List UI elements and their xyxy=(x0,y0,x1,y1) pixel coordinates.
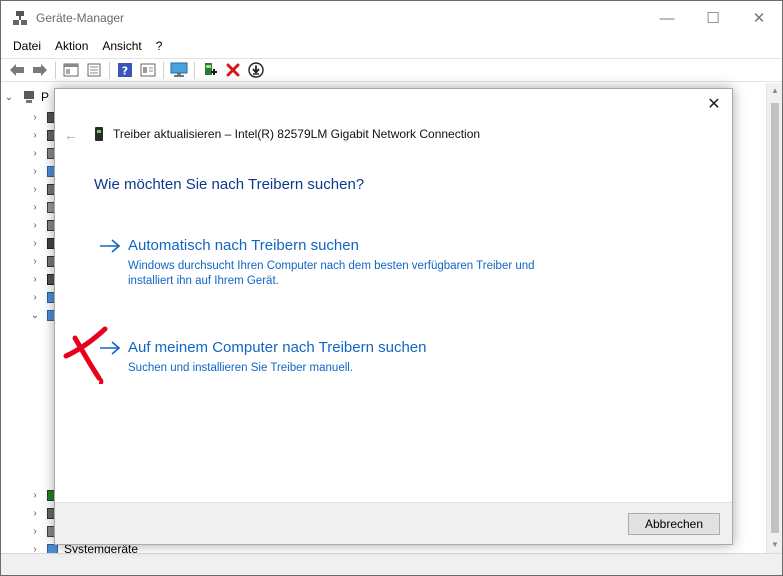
window-controls: — ☐ ✕ xyxy=(644,1,782,35)
red-cross-mark-icon xyxy=(63,326,108,384)
menu-bar: Datei Aktion Ansicht ? xyxy=(1,35,782,57)
close-window-button[interactable]: ✕ xyxy=(736,1,782,35)
chevron-right-icon[interactable]: › xyxy=(27,166,43,177)
chevron-right-icon[interactable]: › xyxy=(27,220,43,231)
menu-ansicht[interactable]: Ansicht xyxy=(95,39,148,53)
remove-device-icon[interactable] xyxy=(223,61,242,80)
chevron-right-icon[interactable]: › xyxy=(27,202,43,213)
chevron-right-icon[interactable]: › xyxy=(27,112,43,123)
chevron-right-icon[interactable]: › xyxy=(27,148,43,159)
option-description: Suchen und installieren Sie Treiber manu… xyxy=(128,362,354,374)
toolbar: ? xyxy=(1,58,782,82)
scroll-down-icon[interactable]: ▼ xyxy=(767,537,782,553)
back-arrow-icon[interactable] xyxy=(7,61,26,80)
toolbar-separator xyxy=(109,61,110,79)
status-bar xyxy=(1,553,782,575)
option-title[interactable]: Automatisch nach Treibern suchen xyxy=(128,237,359,254)
add-driver-icon[interactable] xyxy=(200,61,219,80)
chevron-right-icon[interactable]: › xyxy=(27,490,43,501)
maximize-button[interactable]: ☐ xyxy=(690,1,736,35)
option-browse-computer[interactable]: Auf meinem Computer nach Treibern suchen… xyxy=(99,339,659,376)
chevron-right-icon[interactable]: › xyxy=(27,292,43,303)
arrow-right-icon xyxy=(99,238,121,254)
option-search-automatically[interactable]: Automatisch nach Treibern suchen Windows… xyxy=(99,237,659,289)
update-driver-dialog: ✕ ← Treiber aktualisieren – Intel(R) 825… xyxy=(54,88,733,545)
title-bar: Geräte-Manager — ☐ ✕ xyxy=(1,1,782,35)
device-manager-app-icon xyxy=(12,10,28,26)
menu-aktion[interactable]: Aktion xyxy=(48,39,95,53)
device-manager-window: Geräte-Manager — ☐ ✕ Datei Aktion Ansich… xyxy=(0,0,783,576)
chevron-right-icon[interactable]: › xyxy=(27,184,43,195)
chevron-right-icon[interactable]: › xyxy=(27,508,43,519)
chevron-right-icon[interactable]: › xyxy=(27,238,43,249)
forward-arrow-icon[interactable] xyxy=(30,61,49,80)
network-card-icon xyxy=(95,127,103,141)
chevron-right-icon[interactable]: › xyxy=(27,130,43,141)
dialog-footer: Abbrechen xyxy=(55,502,732,544)
menu-help[interactable]: ? xyxy=(149,39,170,53)
computer-icon xyxy=(23,91,35,103)
toolbar-separator xyxy=(55,61,56,79)
toolbar-separator xyxy=(163,61,164,79)
toolbar-separator xyxy=(194,61,195,79)
properties-list-icon[interactable] xyxy=(61,61,80,80)
chevron-down-icon[interactable]: ⌄ xyxy=(1,92,17,103)
download-driver-icon[interactable] xyxy=(246,61,265,80)
minimize-button[interactable]: — xyxy=(644,1,690,35)
monitor-icon[interactable] xyxy=(169,61,188,80)
help-icon[interactable]: ? xyxy=(115,61,134,80)
option-title[interactable]: Auf meinem Computer nach Treibern suchen xyxy=(128,339,426,356)
chevron-right-icon[interactable]: › xyxy=(27,256,43,267)
dialog-header-title: Treiber aktualisieren – Intel(R) 82579LM… xyxy=(113,127,481,141)
dialog-question: Wie möchten Sie nach Treibern suchen? xyxy=(94,176,365,193)
option-description: Windows durchsucht Ihren Computer nach d… xyxy=(128,260,535,287)
scrollbar-thumb[interactable] xyxy=(771,103,779,533)
back-arrow-icon[interactable]: ← xyxy=(64,127,78,143)
svg-text:?: ? xyxy=(121,65,127,78)
dialog-header: Treiber aktualisieren – Intel(R) 82579LM… xyxy=(95,127,480,141)
details-view-icon[interactable] xyxy=(138,61,157,80)
console-icon[interactable] xyxy=(84,61,103,80)
menu-datei[interactable]: Datei xyxy=(6,39,48,53)
window-title: Geräte-Manager xyxy=(36,11,125,25)
tree-root-label: P xyxy=(41,90,50,104)
cancel-button[interactable]: Abbrechen xyxy=(628,513,720,535)
chevron-down-icon[interactable]: ⌄ xyxy=(27,310,43,321)
scroll-up-icon[interactable]: ▲ xyxy=(767,83,782,99)
vertical-scrollbar[interactable]: ▲ ▼ xyxy=(766,83,782,553)
chevron-right-icon[interactable]: › xyxy=(27,526,43,537)
dialog-close-button[interactable]: ✕ xyxy=(704,95,724,115)
chevron-right-icon[interactable]: › xyxy=(27,274,43,285)
